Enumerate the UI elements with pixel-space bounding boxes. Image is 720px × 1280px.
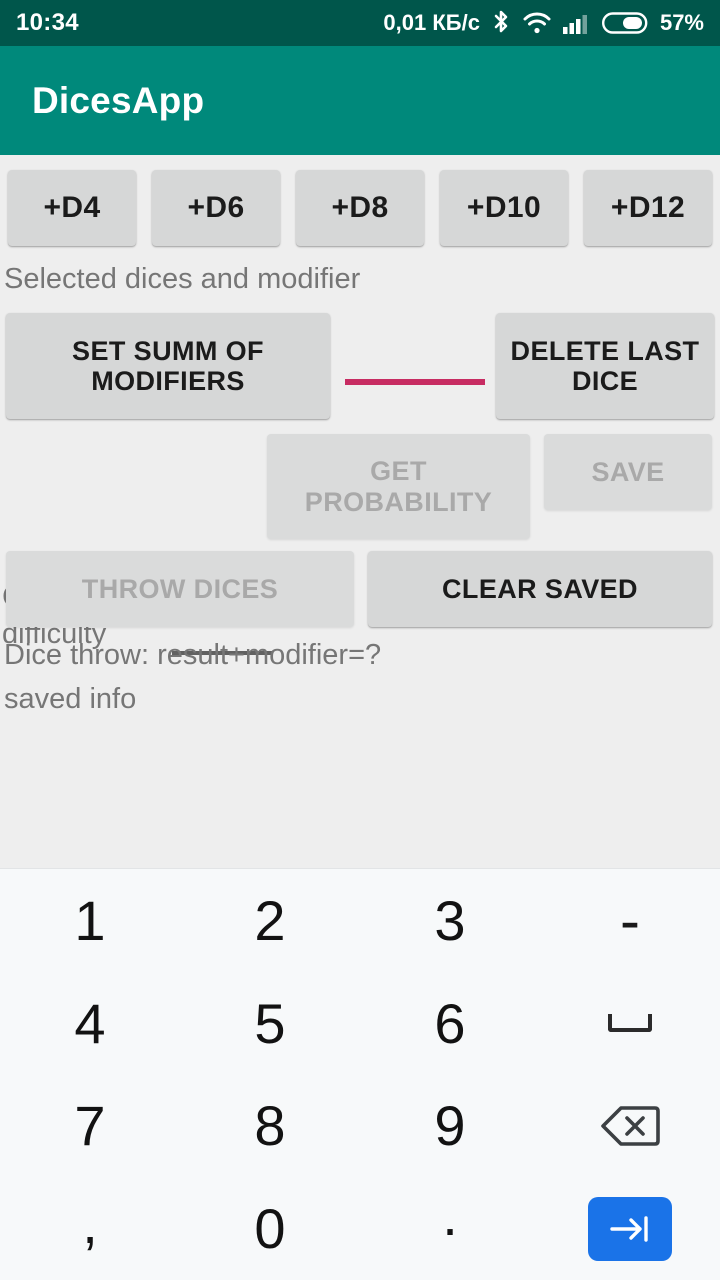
key-8[interactable]: 8: [180, 1075, 360, 1178]
key-space[interactable]: [540, 972, 720, 1075]
add-d12-button[interactable]: +D12: [584, 170, 712, 246]
key-5[interactable]: 5: [180, 972, 360, 1075]
next-field-button[interactable]: [588, 1196, 672, 1261]
status-bar: 10:34 0,01 КБ/с 57%: [0, 0, 720, 46]
add-d10-button[interactable]: +D10: [440, 170, 568, 246]
key-2[interactable]: 2: [180, 869, 360, 972]
saved-info-text: saved info: [4, 683, 137, 715]
key-period[interactable]: .: [360, 1177, 540, 1280]
key-1[interactable]: 1: [0, 869, 180, 972]
key-6[interactable]: 6: [360, 972, 540, 1075]
status-clock: 10:34: [16, 9, 79, 36]
add-d8-button[interactable]: +D8: [296, 170, 424, 246]
key-3[interactable]: 3: [360, 869, 540, 972]
key-enter-next[interactable]: [540, 1177, 720, 1280]
status-icons-group: 0,01 КБ/с 57%: [383, 9, 704, 37]
save-button[interactable]: SAVE: [544, 434, 712, 510]
cellular-signal-icon: [562, 11, 592, 35]
key-7[interactable]: 7: [0, 1075, 180, 1178]
key-minus[interactable]: -: [540, 869, 720, 972]
key-backspace[interactable]: [540, 1075, 720, 1178]
get-probability-button[interactable]: GET PROBABILITY: [267, 434, 530, 539]
app-bar: DicesApp: [0, 46, 720, 155]
set-summ-of-modifiers-button[interactable]: SET SUMM OF MODIFIERS: [6, 313, 330, 419]
numeric-keyboard: 1 2 3 - 4 5 6 7 8 9 , 0 .: [0, 868, 720, 1280]
key-comma[interactable]: ,: [0, 1177, 180, 1280]
throw-dices-button[interactable]: THROW DICES: [6, 551, 354, 627]
main-content: +D4 +D6 +D8 +D10 +D12 Selected dices and…: [0, 155, 720, 867]
dice-buttons-row: +D4 +D6 +D8 +D10 +D12: [8, 170, 712, 246]
dice-throw-result-text: Dice throw: result+modifier=?: [4, 639, 382, 671]
modifier-input-underline: [345, 379, 485, 385]
modifier-input[interactable]: [345, 311, 485, 421]
delete-last-dice-button[interactable]: DELETE LAST DICE: [496, 313, 714, 419]
clear-saved-button[interactable]: CLEAR SAVED: [368, 551, 712, 627]
backspace-icon: [600, 1104, 660, 1148]
network-speed-text: 0,01 КБ/с: [383, 10, 480, 35]
key-0[interactable]: 0: [180, 1177, 360, 1280]
space-icon: [608, 1014, 652, 1033]
add-d4-button[interactable]: +D4: [8, 170, 136, 246]
selected-dices-label: Selected dices and modifier: [4, 263, 361, 295]
add-d6-button[interactable]: +D6: [152, 170, 280, 246]
battery-percent-text: 57%: [659, 10, 704, 35]
arrow-to-bar-icon: [610, 1215, 648, 1242]
wifi-icon: [522, 10, 552, 36]
key-9[interactable]: 9: [360, 1075, 540, 1178]
battery-icon: [601, 11, 648, 35]
app-title: DicesApp: [32, 79, 205, 121]
bluetooth-icon: [490, 9, 512, 37]
key-4[interactable]: 4: [0, 972, 180, 1075]
